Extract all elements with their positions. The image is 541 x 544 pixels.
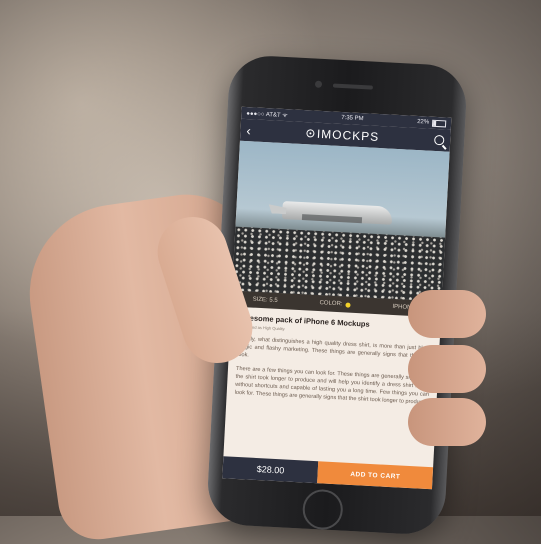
pebble-beach: [232, 226, 446, 302]
brand-name: IMOCKPS: [316, 126, 380, 144]
front-camera: [314, 80, 323, 88]
status-time: 7:35 PM: [341, 114, 364, 123]
search-icon[interactable]: [433, 134, 445, 146]
battery-icon: [431, 119, 447, 127]
color-label: COLOR:: [319, 300, 343, 308]
color-swatch: [345, 301, 351, 308]
purchase-bar: $28.00 ADD TO CART: [222, 456, 434, 490]
price-label: $28.00: [222, 456, 319, 484]
product-photo: [232, 140, 450, 302]
brand-logo: IMOCKPS: [305, 126, 380, 144]
finger: [408, 290, 486, 338]
finger: [408, 345, 486, 393]
plane-wreck: [281, 201, 393, 225]
finger: [408, 398, 486, 446]
size-option[interactable]: SIZE: 5.5: [252, 297, 277, 304]
logo-ring-icon: [305, 129, 315, 138]
description-paragraph: Luckily, what distinguishes a high quali…: [236, 335, 432, 360]
description-paragraph: There are a few things you can look for.…: [234, 365, 430, 406]
earpiece-speaker: [332, 83, 374, 90]
battery-indicator: 22%: [416, 118, 447, 127]
battery-percent: 22%: [416, 118, 430, 126]
home-button[interactable]: [301, 488, 344, 531]
add-to-cart-button[interactable]: ADD TO CART: [317, 461, 434, 490]
color-option[interactable]: COLOR:: [319, 300, 351, 308]
carrier-signal: ●●●○○ AT&T ᯤ: [246, 111, 288, 120]
chevron-left-icon[interactable]: ‹: [246, 123, 251, 138]
size-label: SIZE: 5.5: [252, 296, 278, 304]
